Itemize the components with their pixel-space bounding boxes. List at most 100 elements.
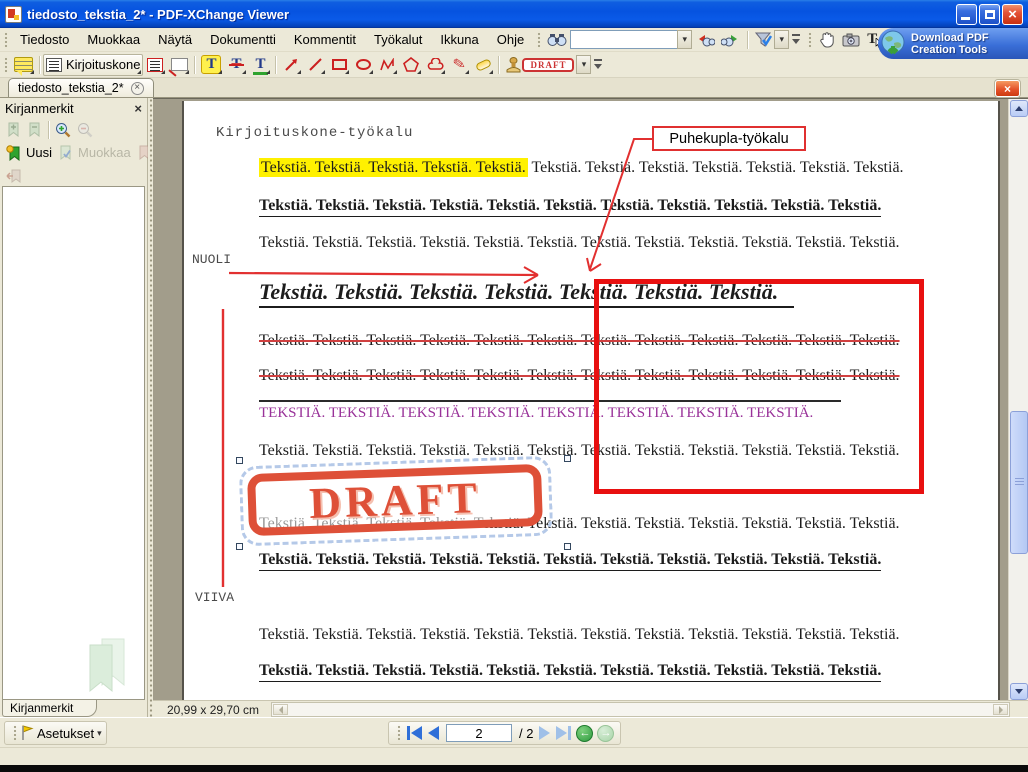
selection-handle-top-left[interactable] (236, 457, 243, 464)
close-document-button[interactable]: × (995, 80, 1020, 97)
text-line-11: Tekstiä. Tekstiä. Tekstiä. Tekstiä. Teks… (259, 626, 900, 644)
minimize-button[interactable] (956, 4, 977, 25)
search-button[interactable] (544, 29, 570, 51)
stamp-dropdown[interactable]: ▾ (576, 55, 591, 74)
menu-dokumentti[interactable]: Dokumentti (201, 29, 285, 50)
menu-muokkaa[interactable]: Muokkaa (78, 29, 149, 50)
line-tool-button[interactable] (303, 54, 327, 76)
toolbar-grip[interactable] (396, 724, 401, 742)
pencil-tool-button[interactable]: ✎ (447, 54, 471, 76)
first-page-button[interactable] (407, 726, 422, 740)
cloud-tool-button[interactable] (423, 54, 447, 76)
rectangle-tool-button[interactable] (327, 54, 351, 76)
collapse-bookmarks-button[interactable] (24, 119, 45, 140)
desktop-strip (0, 765, 1028, 772)
typewriter-tool-button[interactable]: Kirjoituskone (43, 54, 143, 76)
previous-bookmark-button[interactable] (3, 165, 25, 186)
menu-tiedosto[interactable]: Tiedosto (11, 29, 78, 50)
vertical-scrollbar[interactable] (1008, 99, 1028, 701)
back-arrow-icon: ← (579, 728, 590, 739)
filter-button[interactable] (751, 29, 775, 51)
tab-close-icon[interactable]: × (131, 82, 144, 95)
underline-text-tool-button[interactable]: T (248, 54, 272, 76)
menu-ikkuna[interactable]: Ikkuna (431, 29, 487, 50)
page-number-input[interactable] (446, 724, 512, 742)
menu-ohje[interactable]: Ohje (488, 29, 533, 50)
snapshot-tool-button[interactable] (839, 29, 863, 51)
rectangle-annotation[interactable] (594, 279, 924, 494)
search-dropdown[interactable]: ▾ (677, 30, 692, 49)
next-view-button[interactable]: → (597, 725, 614, 742)
polyline-tool-icon (379, 58, 395, 72)
stamp-tool-button[interactable]: DRAFT (502, 54, 577, 76)
tab-tiedosto-tekstia-2[interactable]: tiedosto_tekstia_2* × (8, 78, 154, 97)
edit-bookmark-button[interactable]: Muokkaa (55, 142, 134, 163)
zoom-out-bookmarks-button[interactable] (74, 119, 96, 140)
text-line-12: Tekstiä. Tekstiä. Tekstiä. Tekstiä. Teks… (259, 662, 881, 682)
vertical-scrollbar-thumb[interactable] (1010, 411, 1028, 554)
highlighted-text[interactable]: Tekstiä. Tekstiä. Tekstiä. Tekstiä. Teks… (259, 158, 528, 177)
toolbar-overflow-button[interactable] (593, 57, 604, 72)
selection-handle-top-right[interactable] (564, 455, 571, 462)
sticky-note-tool-button[interactable] (11, 54, 36, 76)
restore-button[interactable] (979, 4, 1000, 25)
menu-nayta[interactable]: Näytä (149, 29, 201, 50)
polyline-tool-button[interactable] (375, 54, 399, 76)
toolbar-grip[interactable] (12, 724, 17, 742)
options-dropdown-icon[interactable]: ▾ (97, 728, 102, 739)
toolbar-grip[interactable] (3, 56, 8, 74)
close-document-icon: × (1004, 83, 1011, 95)
edit-bookmark-icon (58, 145, 74, 161)
toolbar-overflow-button[interactable] (791, 32, 802, 47)
bookmarks-bottom-tab[interactable]: Kirjanmerkit (2, 700, 97, 717)
textbox-tool-button[interactable] (143, 54, 167, 76)
toolbar-grip[interactable] (3, 31, 8, 49)
oval-tool-button[interactable] (351, 54, 375, 76)
scroll-right-button[interactable] (993, 704, 1008, 715)
polygon-tool-button[interactable] (399, 54, 423, 76)
last-page-icon (556, 726, 567, 740)
line-annotation-label[interactable]: VIIVA (195, 590, 234, 605)
filter-dropdown[interactable]: ▾ (774, 30, 789, 49)
callout-annotation[interactable]: Puhekupla-työkalu (652, 126, 806, 151)
previous-page-button[interactable] (428, 726, 439, 740)
zoom-in-bookmarks-button[interactable] (52, 119, 74, 140)
find-previous-button[interactable] (692, 29, 718, 51)
toolbar-grip[interactable] (807, 31, 812, 49)
next-page-icon (539, 726, 550, 740)
menu-tyokalut[interactable]: Työkalut (365, 29, 431, 50)
hand-tool-button[interactable] (815, 29, 839, 51)
scroll-up-button[interactable] (1010, 100, 1028, 117)
bookmarks-panel-title: Kirjanmerkit (5, 101, 74, 116)
draft-stamp-annotation[interactable]: DRAFT (247, 464, 543, 536)
callout-tool-button[interactable] (167, 54, 191, 76)
arrow-annotation-label[interactable]: NUOLI (192, 252, 231, 267)
horizontal-scrollbar[interactable] (271, 702, 1010, 717)
find-next-button[interactable] (718, 29, 744, 51)
options-button-label[interactable]: Asetukset (37, 726, 94, 741)
menu-kommentit[interactable]: Kommentit (285, 29, 365, 50)
text-line-1: Tekstiä. Tekstiä. Tekstiä. Tekstiä. Teks… (259, 159, 904, 177)
expand-bookmarks-button[interactable] (3, 119, 24, 140)
strikeout-text-tool-button[interactable]: T (224, 54, 248, 76)
scroll-down-button[interactable] (1010, 683, 1028, 700)
scroll-left-button[interactable] (273, 704, 288, 715)
eraser-tool-button[interactable] (471, 54, 495, 76)
text-line-3: Tekstiä. Tekstiä. Tekstiä. Tekstiä. Teks… (259, 234, 900, 252)
last-page-button[interactable] (556, 726, 571, 740)
next-page-button[interactable] (539, 726, 550, 740)
previous-view-button[interactable]: ← (576, 725, 593, 742)
bookmarks-close-icon[interactable]: × (134, 102, 142, 115)
toolbar-grip[interactable] (536, 31, 541, 49)
new-bookmark-button[interactable]: Uusi (3, 142, 55, 163)
arrow-tool-button[interactable] (279, 54, 303, 76)
bookmarks-list[interactable] (2, 186, 145, 700)
search-input[interactable] (570, 30, 678, 49)
highlight-text-tool-button[interactable]: T (198, 54, 224, 76)
download-pdf-tools-banner[interactable]: Download PDF Creation Tools (878, 28, 1028, 59)
typewriter-annotation-heading[interactable]: Kirjoituskone-työkalu (216, 125, 413, 141)
close-button[interactable]: × (1002, 4, 1023, 25)
selection-handle-bottom-right[interactable] (564, 543, 571, 550)
page-navigation-toolbar: / 2 ← → (388, 721, 621, 745)
selection-handle-bottom-left[interactable] (236, 543, 243, 550)
